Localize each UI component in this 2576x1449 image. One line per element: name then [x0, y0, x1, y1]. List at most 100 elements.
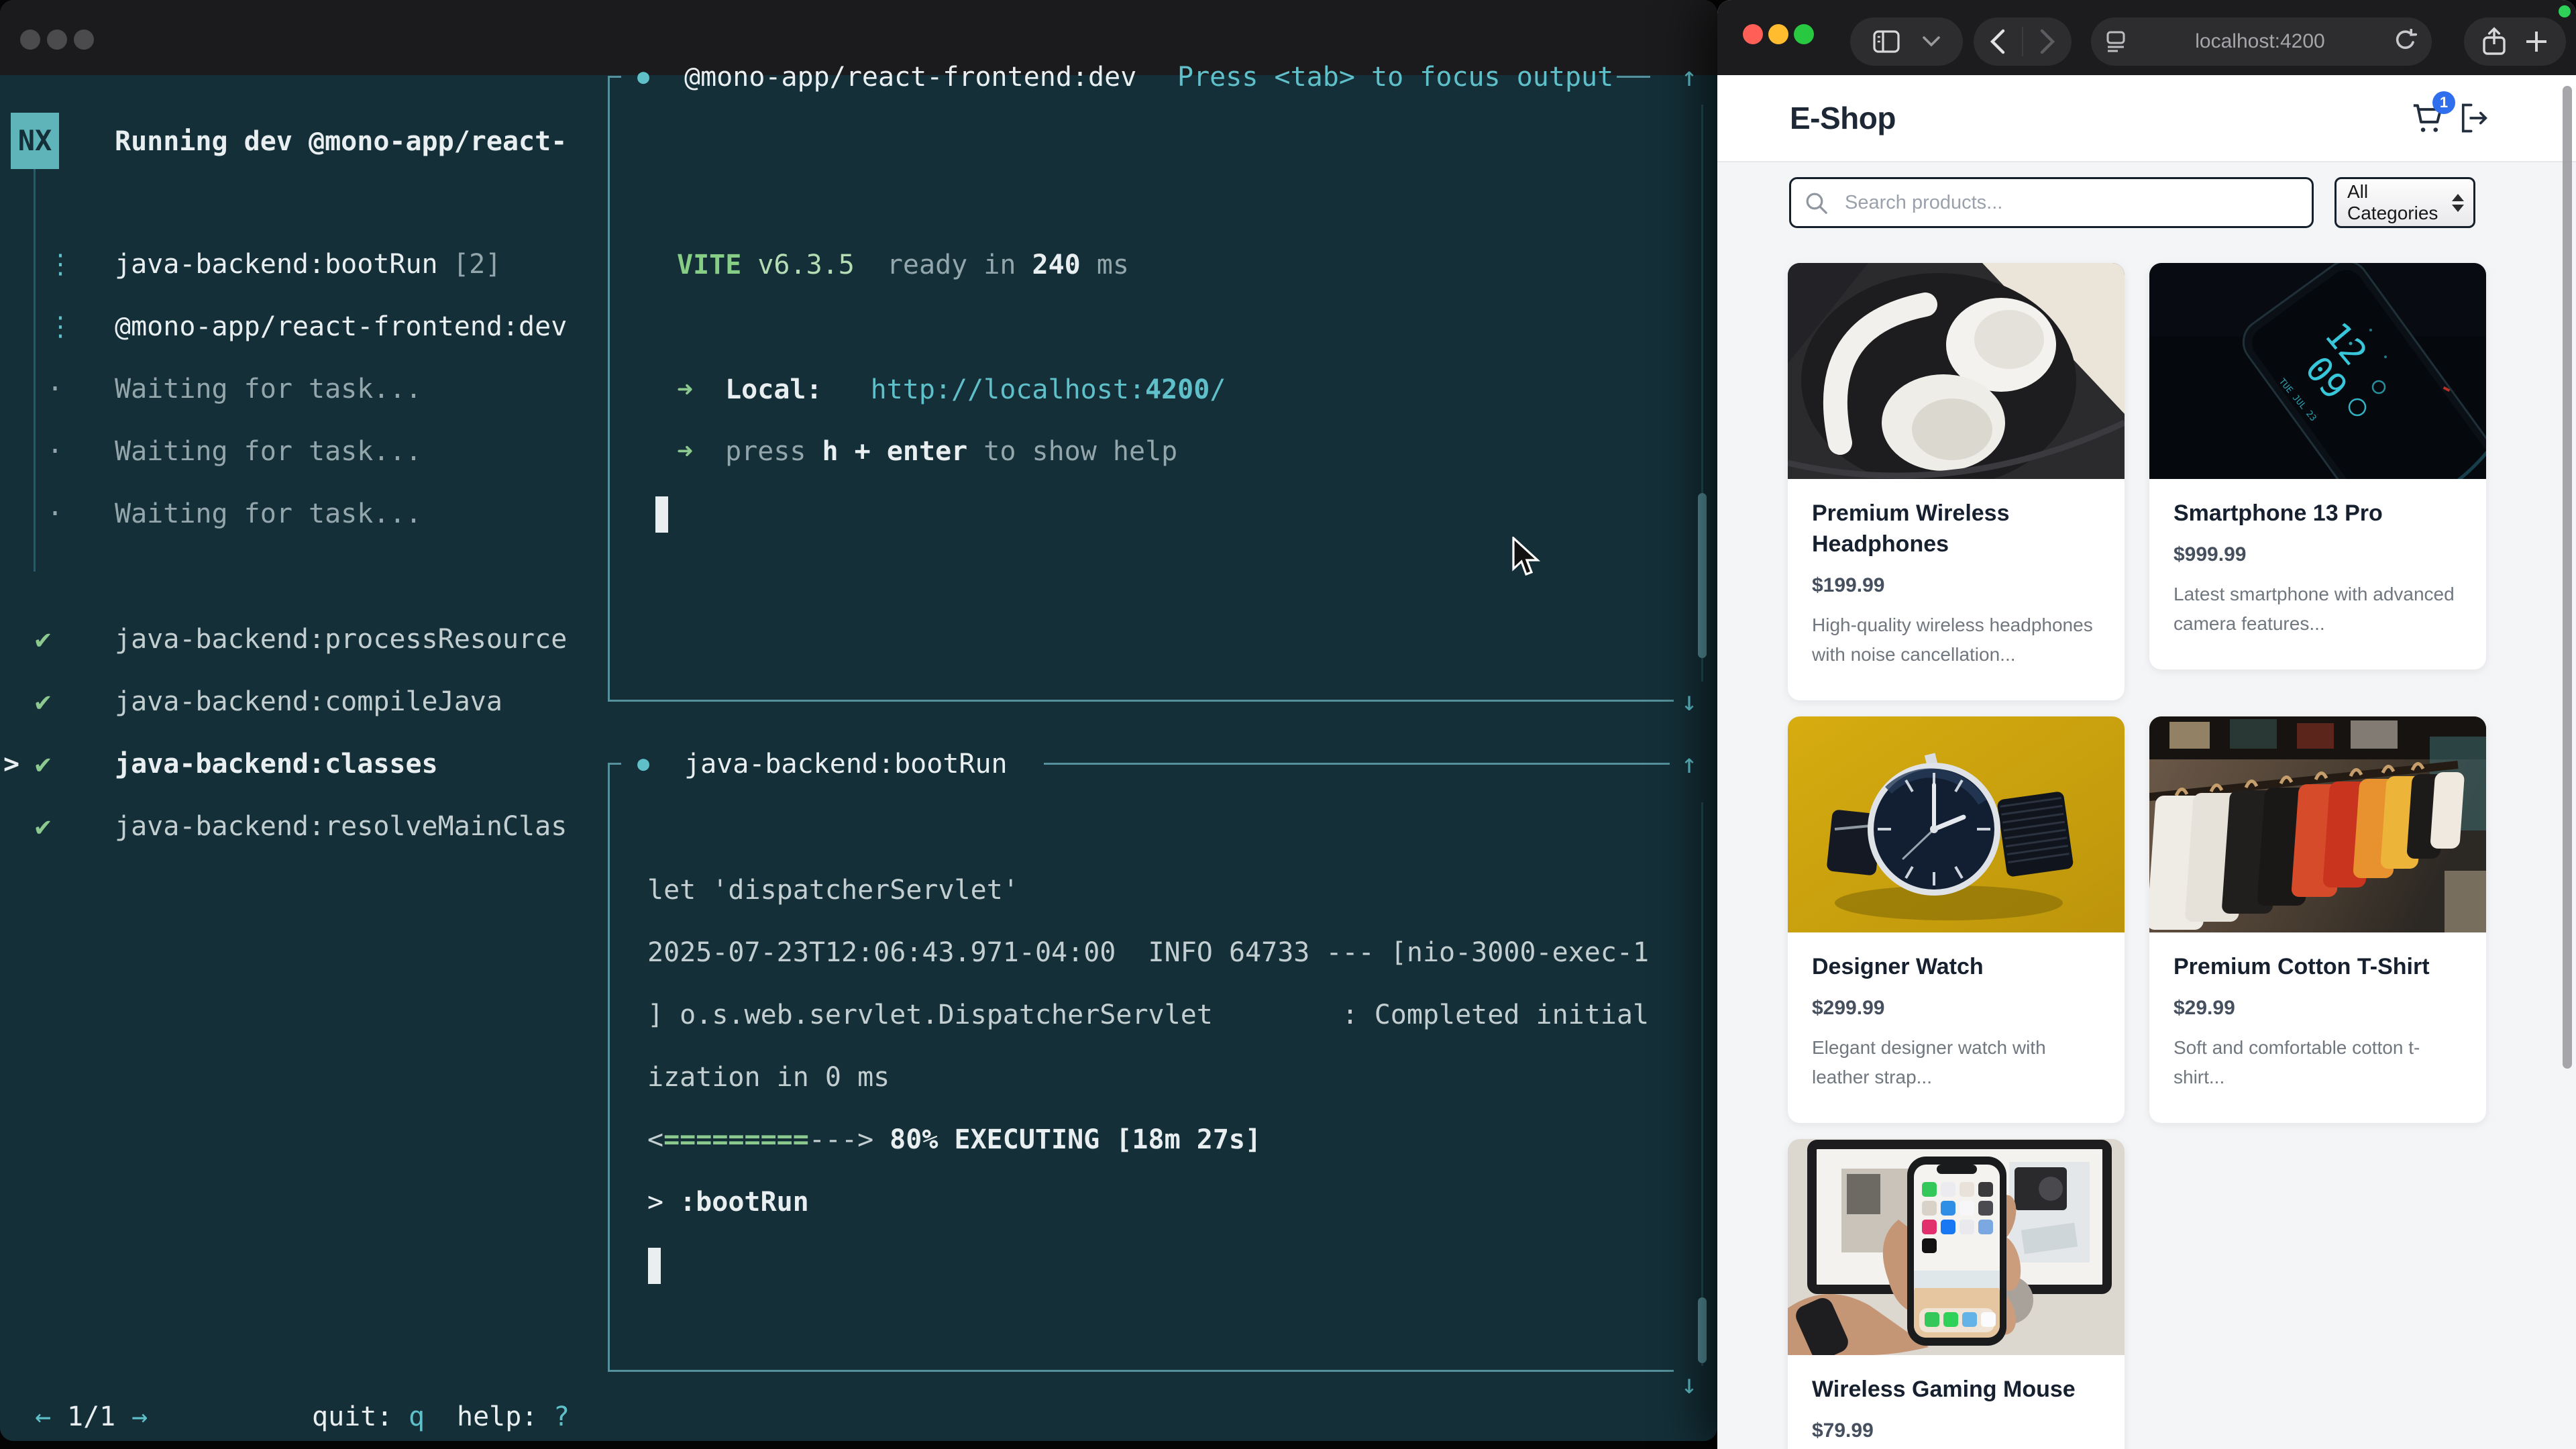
product-card[interactable]: Premium Wireless Headphones $199.99 High… [1788, 263, 2125, 700]
minimize-icon[interactable] [1768, 24, 1788, 44]
reload-icon[interactable] [2394, 29, 2417, 54]
gradle-prompt-line: > :bootRun [647, 1183, 809, 1221]
task-label: java-backend:classes [115, 745, 438, 783]
task-row[interactable]: ⋮ @mono-app/react-frontend:dev [47, 308, 74, 345]
task-label: java-backend:compileJava [115, 683, 502, 720]
pane-title: @mono-app/react-frontend:dev [684, 58, 1136, 96]
task-row[interactable]: · Waiting for task... [47, 370, 63, 408]
forward-icon[interactable] [2039, 29, 2055, 54]
maximize-icon[interactable] [1794, 24, 1814, 44]
help-label: help: [457, 1398, 537, 1436]
chevron-down-icon[interactable] [1923, 36, 1940, 47]
completed-task-row[interactable]: ✔ java-backend:resolveMainClas [35, 808, 51, 845]
frontend-pane-header: ● @mono-app/react-frontend:dev Press <ta… [637, 58, 649, 96]
url-bar[interactable]: localhost:4200 [2091, 17, 2432, 66]
scroll-down-icon[interactable]: ↓ [1681, 1366, 1697, 1403]
product-price: $29.99 [2174, 997, 2462, 1020]
log-line: 2025-07-23T12:06:43.971-04:00 INFO 64733… [647, 934, 1649, 971]
vite-label: VITE [677, 246, 741, 284]
task-label: java-backend:resolveMainClas [115, 808, 567, 845]
nx-tui: NX Running dev @mono-app/react- ⋮ java-b… [0, 75, 1717, 1441]
pane-hint: Press <tab> to focus output [1177, 58, 1613, 96]
cart-button[interactable]: 1 [2410, 99, 2447, 137]
backend-pane-header: ● java-backend:bootRun [637, 745, 649, 783]
nav-divider [2022, 27, 2023, 56]
nx-logo: NX [11, 113, 59, 169]
shop-header: E-Shop 1 [1717, 75, 2576, 162]
minimize-icon[interactable] [47, 30, 67, 50]
cart-count-badge: 1 [2432, 91, 2455, 114]
help-key[interactable]: ? [553, 1398, 570, 1436]
task-row[interactable]: · Waiting for task... [47, 433, 63, 470]
pane-title-rule [1044, 763, 1670, 765]
task-spinner-icon: ⋮ [47, 308, 74, 345]
pane-title-rule [1617, 76, 1650, 78]
scroll-up-icon[interactable]: ↑ [1681, 58, 1697, 96]
browser-scrollbar-thumb[interactable] [2563, 86, 2572, 1069]
shop-brand[interactable]: E-Shop [1790, 75, 1896, 161]
back-icon[interactable] [1990, 29, 2006, 54]
logout-button[interactable] [2457, 99, 2494, 137]
product-image-watch [1788, 716, 2125, 932]
completed-task-row[interactable]: ✔ java-backend:processResource [35, 621, 51, 658]
product-name: Designer Watch [1812, 951, 2100, 982]
task-waiting-bullet: · [47, 370, 63, 408]
quit-key[interactable]: q [409, 1398, 425, 1436]
product-card[interactable]: Wireless Gaming Mouse $79.99 High-perfor… [1788, 1139, 2125, 1449]
new-tab-icon[interactable] [2524, 30, 2548, 54]
completed-task-row[interactable]: ✔ java-backend:compileJava [35, 683, 51, 720]
ready-unit: ms [1097, 246, 1129, 284]
logout-icon [2457, 99, 2491, 137]
product-image-smartphone: 12 09 TUE JUL 23 [2149, 263, 2486, 479]
pane2-scroll-thumb[interactable] [1698, 1297, 1707, 1363]
prompt-chevron: > [647, 1183, 663, 1221]
browser-toolbar: localhost:4200 [1717, 0, 2576, 75]
url-text[interactable]: localhost:4200 [2195, 30, 2324, 53]
product-description: Latest smartphone with advanced camera f… [2174, 580, 2462, 639]
task-row[interactable]: ⋮ java-backend:bootRun [2] [47, 246, 74, 283]
pane2-scroll-track[interactable] [1701, 802, 1703, 1366]
pager-next-icon[interactable]: → [131, 1398, 148, 1436]
task-count: [2] [437, 246, 501, 283]
category-select[interactable]: All Categories [2334, 177, 2475, 228]
help-prefix: press [725, 433, 806, 470]
log-line: ization in 0 ms [647, 1059, 890, 1096]
scroll-down-icon[interactable]: ↓ [1681, 683, 1697, 720]
pager-indicator: 1/1 [67, 1398, 115, 1436]
scroll-up-icon[interactable]: ↑ [1681, 745, 1697, 783]
prompt-task: :bootRun [680, 1183, 809, 1221]
task-row[interactable]: · Waiting for task... [47, 495, 63, 533]
vite-ready-line: VITE v6.3.5 ready in 240 ms [677, 246, 1129, 284]
product-card[interactable]: Designer Watch $299.99 Elegant designer … [1788, 716, 2125, 1123]
product-card[interactable]: 12 09 TUE JUL 23 Smartphone 13 Pro $999.… [2149, 263, 2486, 669]
vite-version: v6.3.5 [757, 246, 855, 284]
mouse-cursor [1511, 537, 1542, 578]
arrow-icon: ➜ [677, 433, 693, 470]
sidebar-icon[interactable] [1873, 30, 1900, 53]
product-card[interactable]: Premium Cotton T-Shirt $29.99 Soft and c… [2149, 716, 2486, 1123]
tui-footer: ← 1/1 → quit: q help: ? [0, 1398, 604, 1436]
sidebar-button-group [1850, 17, 1963, 66]
share-icon[interactable] [2481, 27, 2507, 56]
pane1-scroll-thumb[interactable] [1698, 493, 1707, 658]
desktop: NX Running dev @mono-app/react- ⋮ java-b… [0, 0, 2576, 1449]
pane-bullet-icon: ● [637, 745, 649, 783]
local-url-slash[interactable]: / [1210, 371, 1226, 409]
run-title: Running dev @mono-app/react- [115, 123, 567, 160]
search-icon [1805, 192, 1828, 215]
pane-title: java-backend:bootRun [684, 745, 1008, 783]
pager-prev-icon[interactable]: ← [35, 1398, 51, 1436]
task-label: java-backend:bootRun [115, 246, 438, 283]
close-icon[interactable] [20, 30, 40, 50]
completed-task-row-selected[interactable]: > ✔ java-backend:classes [35, 745, 51, 783]
product-image-tshirt [2149, 716, 2486, 932]
product-name: Premium Cotton T-Shirt [2174, 951, 2462, 982]
maximize-icon[interactable] [74, 30, 94, 50]
task-label: java-backend:processResource [115, 621, 567, 658]
local-url[interactable]: http://localhost: [871, 371, 1145, 409]
search-input[interactable] [1789, 177, 2314, 228]
close-icon[interactable] [1743, 24, 1763, 44]
product-card-body: Smartphone 13 Pro $999.99 Latest smartph… [2149, 479, 2486, 669]
local-url-port[interactable]: 4200 [1145, 371, 1210, 409]
page-settings-icon[interactable] [2106, 30, 2126, 54]
